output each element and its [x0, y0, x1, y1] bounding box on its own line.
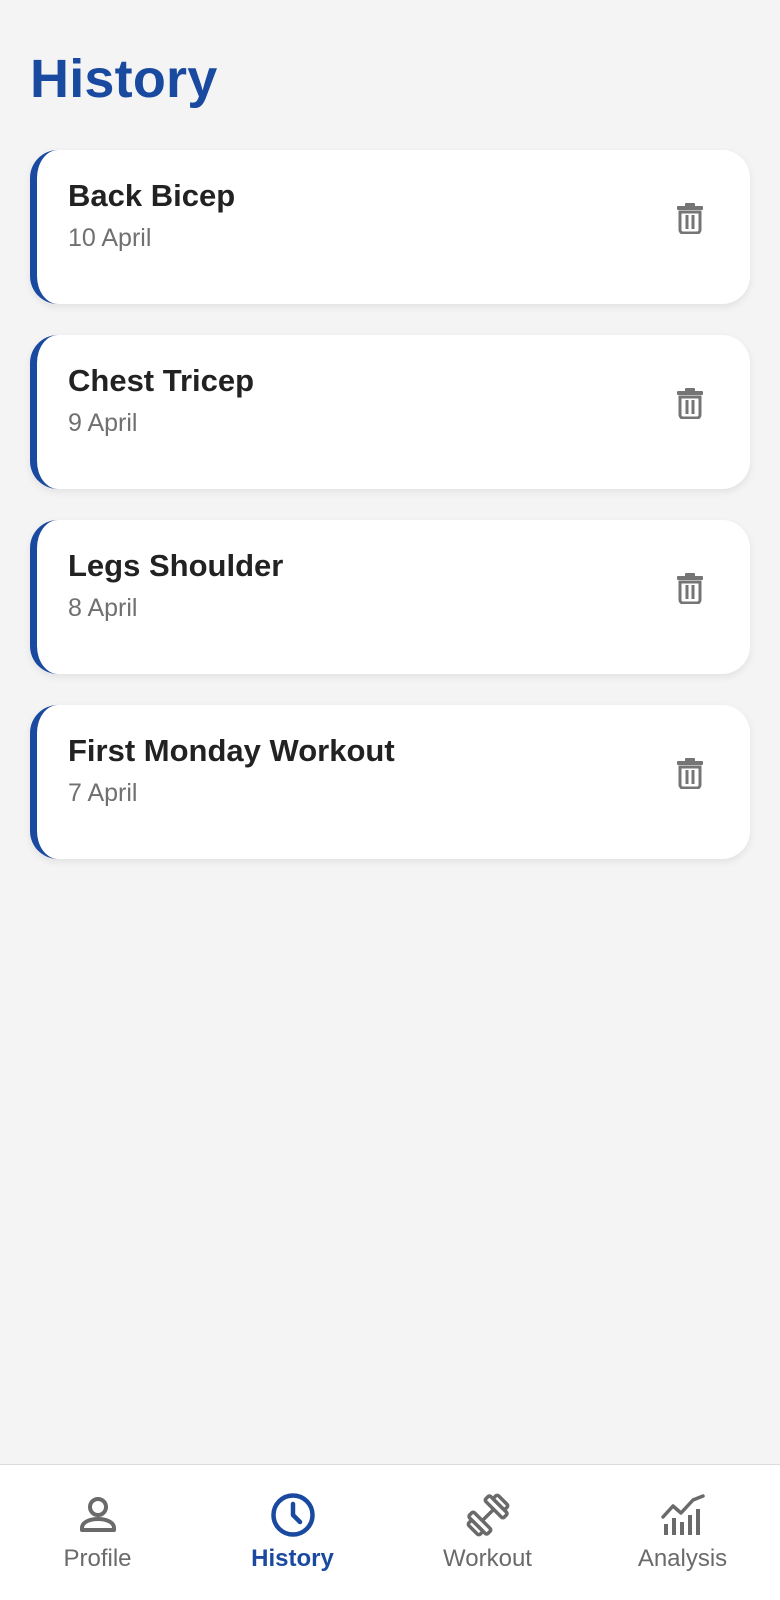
workout-name: First Monday Workout — [68, 733, 395, 768]
history-card-3[interactable]: First Monday Workout 7 April — [30, 705, 750, 859]
person-icon — [79, 1497, 116, 1532]
trash-icon — [677, 203, 703, 234]
workout-name: Back Bicep — [68, 178, 236, 213]
nav-label-history: History — [251, 1545, 334, 1572]
workout-name: Legs Shoulder — [68, 548, 284, 583]
trash-icon — [677, 573, 703, 604]
history-list: Back Bicep 10 April Chest Tricep 9 April — [30, 150, 750, 859]
delete-button[interactable] — [672, 200, 708, 236]
nav-item-workout[interactable]: Workout — [390, 1465, 585, 1600]
workout-date: 7 April — [68, 779, 138, 807]
bottom-nav: Profile History Workout Analysis — [0, 1464, 780, 1600]
delete-button[interactable] — [672, 570, 708, 606]
history-card-1[interactable]: Chest Tricep 9 April — [30, 335, 750, 489]
clock-icon — [270, 1493, 315, 1537]
page-title: History — [30, 49, 218, 109]
nav-label-analysis: Analysis — [637, 1545, 728, 1572]
delete-button[interactable] — [672, 755, 708, 791]
nav-item-history[interactable]: History — [195, 1465, 390, 1600]
trash-icon — [677, 758, 703, 789]
history-card-0[interactable]: Back Bicep 10 April — [30, 150, 750, 304]
dumbbell-icon — [466, 1493, 509, 1537]
nav-item-profile[interactable]: Profile — [0, 1465, 195, 1600]
nav-item-analysis[interactable]: Analysis — [585, 1465, 780, 1600]
workout-name: Chest Tricep — [68, 363, 255, 398]
chart-icon — [660, 1494, 705, 1535]
nav-label-profile: Profile — [63, 1545, 132, 1572]
delete-button[interactable] — [672, 385, 708, 421]
workout-date: 10 April — [68, 224, 152, 252]
history-card-2[interactable]: Legs Shoulder 8 April — [30, 520, 750, 674]
trash-icon — [677, 388, 703, 419]
workout-date: 8 April — [68, 594, 138, 622]
nav-label-workout: Workout — [443, 1545, 532, 1572]
workout-date: 9 April — [68, 409, 138, 437]
